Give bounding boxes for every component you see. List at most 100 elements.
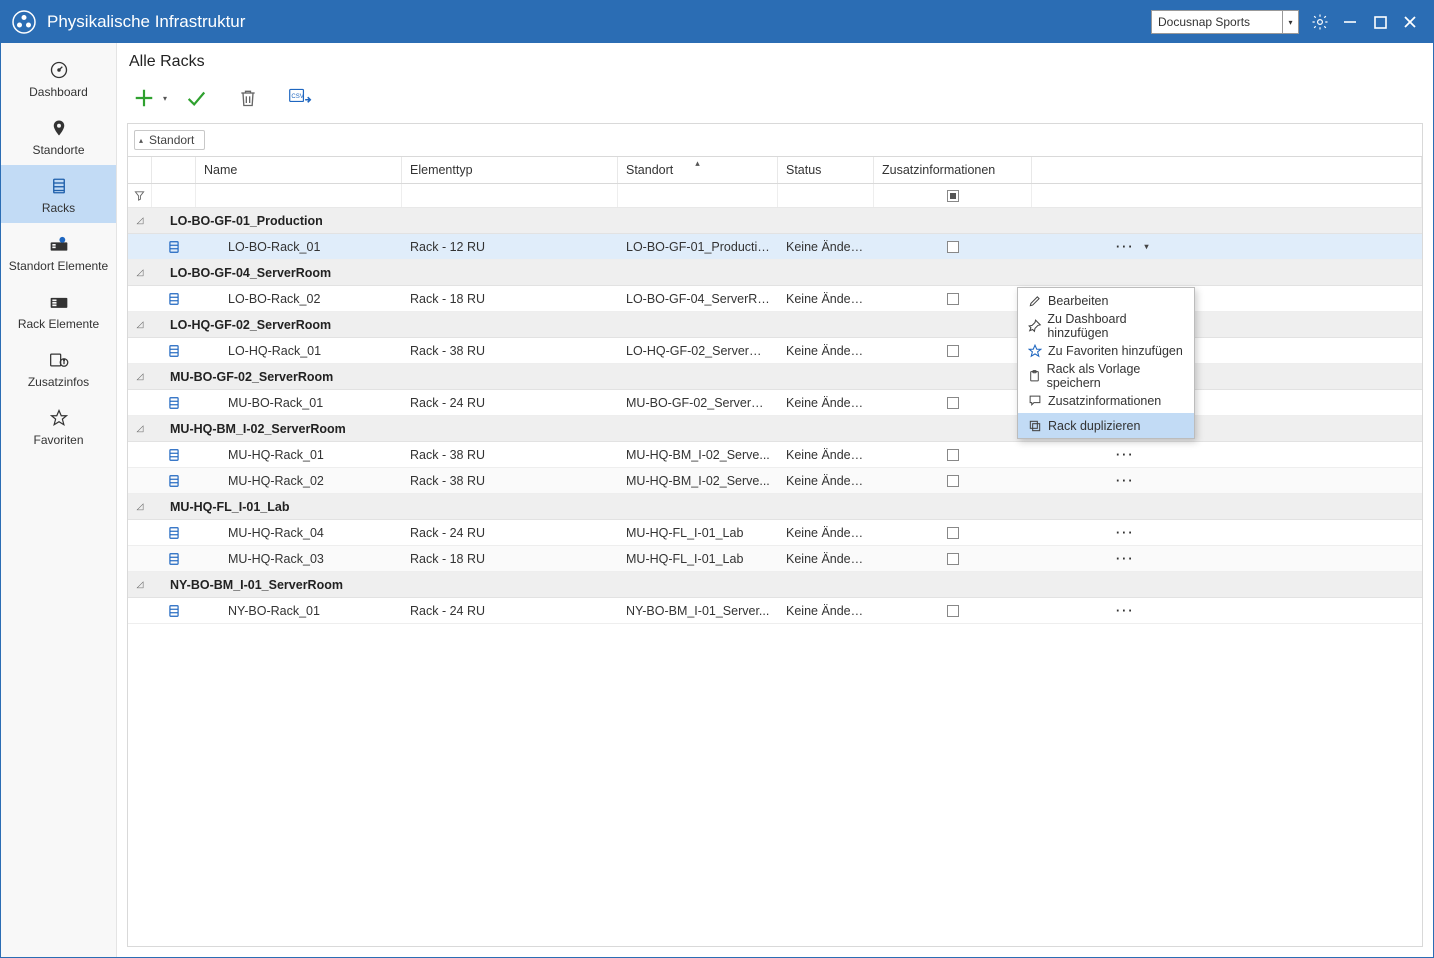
cell-extra[interactable] bbox=[874, 449, 1032, 461]
header-status[interactable]: Status bbox=[778, 157, 874, 183]
group-by-bar[interactable]: ▴ Standort bbox=[128, 124, 1422, 157]
sidebar-item-standort-elemente[interactable]: Standort Elemente bbox=[1, 223, 116, 281]
group-row[interactable]: ◿MU-HQ-FL_I-01_Lab bbox=[128, 494, 1422, 520]
sidebar-item-label: Rack Elemente bbox=[18, 317, 99, 331]
cell-site: NY-BO-BM_I-01_Server... bbox=[618, 604, 778, 618]
rack-row[interactable]: LO-BO-Rack_02Rack - 18 RULO-BO-GF-04_Ser… bbox=[128, 286, 1422, 312]
filter-extra[interactable] bbox=[874, 184, 1032, 207]
collapse-icon[interactable]: ◿ bbox=[128, 371, 152, 382]
delete-button[interactable] bbox=[235, 85, 261, 111]
filter-icon-cell[interactable] bbox=[128, 184, 152, 207]
menu-item-zusatzinfo[interactable]: Zusatzinformationen bbox=[1018, 388, 1194, 413]
minimize-button[interactable] bbox=[1335, 7, 1365, 37]
sidebar-item-dashboard[interactable]: Dashboard bbox=[1, 49, 116, 107]
header-type[interactable]: Elementtyp bbox=[402, 157, 618, 183]
group-label: MU-HQ-BM_I-02_ServerRoom bbox=[152, 422, 1422, 436]
tenant-selector[interactable]: Docusnap Sports ▾ bbox=[1151, 10, 1299, 34]
sidebar-item-standorte[interactable]: Standorte bbox=[1, 107, 116, 165]
collapse-icon[interactable]: ◿ bbox=[128, 579, 152, 590]
cell-extra[interactable] bbox=[874, 553, 1032, 565]
grid-header: Name Elementtyp ▴Standort Status Zusatzi… bbox=[128, 157, 1422, 184]
filter-status[interactable] bbox=[778, 184, 874, 207]
group-row[interactable]: ◿MU-BO-GF-02_ServerRoom bbox=[128, 364, 1422, 390]
filter-name[interactable] bbox=[196, 184, 402, 207]
checkbox-icon[interactable] bbox=[947, 475, 959, 487]
rack-row[interactable]: NY-BO-Rack_01Rack - 24 RUNY-BO-BM_I-01_S… bbox=[128, 598, 1422, 624]
checkbox-icon[interactable] bbox=[947, 397, 959, 409]
header-name[interactable]: Name bbox=[196, 157, 402, 183]
settings-button[interactable] bbox=[1305, 7, 1335, 37]
row-actions-menu[interactable]: ··· bbox=[1116, 474, 1135, 488]
checkbox-icon[interactable] bbox=[947, 241, 959, 253]
group-row[interactable]: ◿NY-BO-BM_I-01_ServerRoom bbox=[128, 572, 1422, 598]
checkbox-icon[interactable] bbox=[947, 449, 959, 461]
close-button[interactable] bbox=[1395, 7, 1425, 37]
tenant-value[interactable]: Docusnap Sports bbox=[1151, 10, 1283, 34]
sidebar-item-zusatzinfos[interactable]: Zusatzinfos bbox=[1, 339, 116, 397]
cell-site: LO-BO-GF-04_ServerRo... bbox=[618, 292, 778, 306]
cell-extra[interactable] bbox=[874, 293, 1032, 305]
group-row[interactable]: ◿LO-BO-GF-01_Production bbox=[128, 208, 1422, 234]
group-chip-site[interactable]: ▴ Standort bbox=[134, 130, 205, 150]
collapse-icon[interactable]: ◿ bbox=[128, 501, 152, 512]
sidebar-item-label: Racks bbox=[42, 201, 75, 215]
rack-row[interactable]: LO-HQ-Rack_01Rack - 38 RULO-HQ-GF-02_Ser… bbox=[128, 338, 1422, 364]
rack-row[interactable]: LO-BO-Rack_01Rack - 12 RULO-BO-GF-01_Pro… bbox=[128, 234, 1422, 260]
cell-extra[interactable] bbox=[874, 527, 1032, 539]
menu-item-save-template[interactable]: Rack als Vorlage speichern bbox=[1018, 363, 1194, 388]
row-actions-menu[interactable]: ··· bbox=[1116, 448, 1135, 462]
row-actions-menu[interactable]: ··· bbox=[1116, 526, 1135, 540]
filter-icon2[interactable] bbox=[152, 184, 196, 207]
group-row[interactable]: ◿LO-BO-GF-04_ServerRoom bbox=[128, 260, 1422, 286]
header-extra[interactable]: Zusatzinformationen bbox=[874, 157, 1032, 183]
info-icon bbox=[48, 349, 70, 371]
collapse-icon[interactable]: ◿ bbox=[128, 267, 152, 278]
cell-extra[interactable] bbox=[874, 397, 1032, 409]
cell-extra[interactable] bbox=[874, 475, 1032, 487]
confirm-button[interactable] bbox=[183, 85, 209, 111]
collapse-icon[interactable]: ◿ bbox=[128, 215, 152, 226]
checkbox-icon[interactable] bbox=[947, 553, 959, 565]
group-row[interactable]: ◿MU-HQ-BM_I-02_ServerRoom bbox=[128, 416, 1422, 442]
checkbox-icon[interactable] bbox=[947, 293, 959, 305]
row-actions-menu[interactable]: ··· bbox=[1116, 552, 1135, 566]
checkbox-icon[interactable] bbox=[947, 527, 959, 539]
rack-row[interactable]: MU-HQ-Rack_03Rack - 18 RUMU-HQ-FL_I-01_L… bbox=[128, 546, 1422, 572]
cell-name: NY-BO-Rack_01 bbox=[196, 604, 402, 618]
filter-type[interactable] bbox=[402, 184, 618, 207]
tenant-dropdown-button[interactable]: ▾ bbox=[1283, 10, 1299, 34]
cell-extra[interactable] bbox=[874, 345, 1032, 357]
collapse-icon[interactable]: ◿ bbox=[128, 319, 152, 330]
group-row[interactable]: ◿LO-HQ-GF-02_ServerRoom bbox=[128, 312, 1422, 338]
filter-actions bbox=[1032, 184, 1422, 207]
rack-row[interactable]: MU-HQ-Rack_01Rack - 38 RUMU-HQ-BM_I-02_S… bbox=[128, 442, 1422, 468]
grid: ▴ Standort Name Elementtyp ▴Standort Sta… bbox=[127, 123, 1423, 947]
export-csv-button[interactable]: CSV bbox=[287, 85, 313, 111]
menu-item-edit[interactable]: Bearbeiten bbox=[1018, 288, 1194, 313]
maximize-button[interactable] bbox=[1365, 7, 1395, 37]
sidebar-item-rack-elemente[interactable]: Rack Elemente bbox=[1, 281, 116, 339]
checkbox-indeterminate-icon[interactable] bbox=[947, 190, 959, 202]
collapse-icon[interactable]: ◿ bbox=[128, 423, 152, 434]
group-label: NY-BO-BM_I-01_ServerRoom bbox=[152, 578, 1422, 592]
cell-extra[interactable] bbox=[874, 241, 1032, 253]
cell-extra[interactable] bbox=[874, 605, 1032, 617]
filter-site[interactable] bbox=[618, 184, 778, 207]
add-button[interactable] bbox=[131, 85, 157, 111]
cell-actions: ··· bbox=[1032, 552, 1422, 566]
sidebar-item-racks[interactable]: Racks bbox=[1, 165, 116, 223]
menu-item-favorite[interactable]: Zu Favoriten hinzufügen bbox=[1018, 338, 1194, 363]
checkbox-icon[interactable] bbox=[947, 605, 959, 617]
sidebar-item-favoriten[interactable]: Favoriten bbox=[1, 397, 116, 455]
rack-row[interactable]: MU-HQ-Rack_04Rack - 24 RUMU-HQ-FL_I-01_L… bbox=[128, 520, 1422, 546]
menu-item-duplicate[interactable]: Rack duplizieren bbox=[1018, 413, 1194, 438]
rack-row[interactable]: MU-BO-Rack_01Rack - 24 RUMU-BO-GF-02_Ser… bbox=[128, 390, 1422, 416]
rack-icon bbox=[152, 291, 196, 307]
row-actions-menu[interactable]: ···▾ bbox=[1116, 240, 1151, 254]
menu-item-dashboard[interactable]: Zu Dashboard hinzufügen bbox=[1018, 313, 1194, 338]
row-actions-menu[interactable]: ··· bbox=[1116, 604, 1135, 618]
cell-status: Keine Änderu... bbox=[778, 448, 874, 462]
checkbox-icon[interactable] bbox=[947, 345, 959, 357]
rack-row[interactable]: MU-HQ-Rack_02Rack - 38 RUMU-HQ-BM_I-02_S… bbox=[128, 468, 1422, 494]
header-site[interactable]: ▴Standort bbox=[618, 157, 778, 183]
